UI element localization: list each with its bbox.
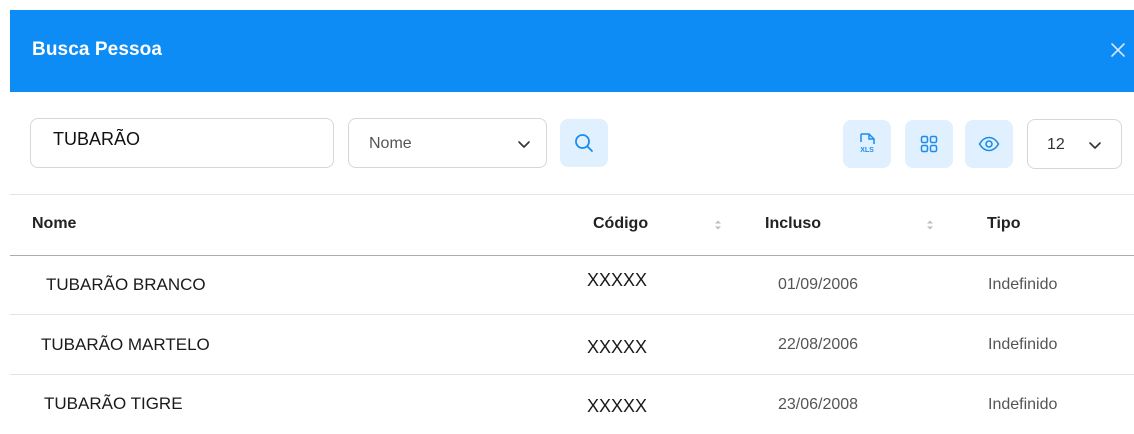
cell-incluso: 01/09/2006: [778, 276, 859, 293]
table-row[interactable]: TUBARÃO BRANCO XXXXX 01/09/2006 Indefini…: [10, 255, 1134, 315]
table-header: Nome Código Incluso Tipo: [10, 195, 1134, 256]
grid-icon: [920, 135, 938, 153]
cell-tipo: Indefinido: [988, 276, 1058, 293]
search-input[interactable]: [30, 118, 334, 168]
sort-icon[interactable]: [925, 218, 935, 232]
eye-icon: [978, 136, 1000, 152]
search-icon: [575, 134, 593, 152]
cell-nome: TUBARÃO TIGRE: [44, 394, 183, 413]
chevron-down-icon: [518, 141, 530, 148]
page-size-value: 12: [1047, 136, 1065, 153]
modal-header: Busca Pessoa: [10, 10, 1134, 92]
cell-incluso: 22/08/2006: [778, 336, 859, 353]
xls-file-icon: XLS: [860, 133, 875, 154]
cell-codigo: XXXXX: [587, 396, 648, 416]
export-xls-button[interactable]: XLS: [843, 120, 891, 168]
cell-tipo: Indefinido: [988, 396, 1058, 413]
column-header-nome[interactable]: Nome: [32, 215, 76, 233]
visibility-button[interactable]: [965, 120, 1013, 168]
sort-icon[interactable]: [713, 218, 723, 232]
close-icon[interactable]: [1108, 40, 1128, 60]
cell-nome: TUBARÃO BRANCO: [46, 275, 206, 294]
column-header-incluso[interactable]: Incluso: [765, 215, 821, 233]
page-size-select[interactable]: 12: [1027, 119, 1122, 169]
modal-title: Busca Pessoa: [32, 39, 163, 60]
cell-incluso: 23/06/2008: [778, 396, 859, 413]
toolbar: Nome XLS 12: [10, 92, 1134, 194]
field-select[interactable]: Nome: [348, 118, 547, 168]
svg-text:XLS: XLS: [860, 147, 874, 154]
cell-nome: TUBARÃO MARTELO: [41, 335, 210, 354]
search-button[interactable]: [560, 119, 608, 167]
table-row[interactable]: TUBARÃO TIGRE XXXXX 23/06/2008 Indefinid…: [10, 375, 1134, 434]
cell-codigo: XXXXX: [587, 270, 648, 290]
cell-codigo: XXXXX: [587, 337, 648, 357]
grid-view-button[interactable]: [905, 120, 953, 168]
cell-tipo: Indefinido: [988, 336, 1058, 353]
column-header-tipo[interactable]: Tipo: [987, 215, 1020, 233]
table-row[interactable]: TUBARÃO MARTELO XXXXX 22/08/2006 Indefin…: [10, 315, 1134, 375]
field-select-value: Nome: [369, 135, 412, 152]
chevron-down-icon: [1089, 142, 1101, 149]
column-header-codigo[interactable]: Código: [593, 215, 648, 233]
